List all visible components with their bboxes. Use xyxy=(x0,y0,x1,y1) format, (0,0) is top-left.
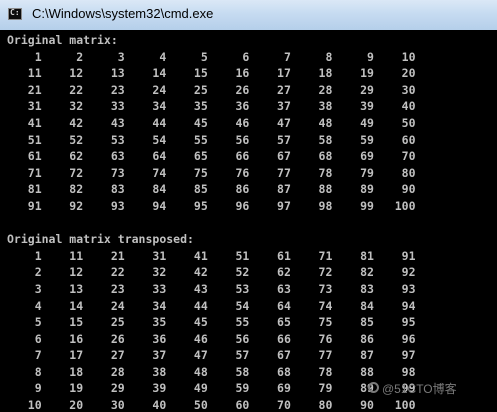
console-line: 51 52 53 54 55 56 57 58 59 60 xyxy=(7,132,416,147)
console-line: 2 12 22 32 42 52 62 72 82 92 xyxy=(7,265,416,280)
console-line: 21 22 23 24 25 26 27 28 29 30 xyxy=(7,82,416,97)
console-line: 3 13 23 33 43 53 63 73 83 93 xyxy=(7,281,416,296)
prompt-glyph: C: xyxy=(10,8,20,17)
console-line: Original matrix transposed: xyxy=(7,232,194,247)
console-text: Original matrix: 1 2 3 4 5 6 7 8 9 10 11… xyxy=(7,32,416,412)
window-titlebar[interactable]: C: C:\Windows\system32\cmd.exe xyxy=(0,0,497,30)
console-line: 5 15 25 35 45 55 65 75 85 95 xyxy=(7,315,416,330)
console-line: 9 19 29 39 49 59 69 79 89 99 xyxy=(7,381,416,396)
console-line: 81 82 83 84 85 86 87 88 89 90 xyxy=(7,182,416,197)
watermark-text: @51CTO博客 xyxy=(382,382,457,396)
console-line: Original matrix: xyxy=(7,33,118,47)
console-output-area[interactable]: Original matrix: 1 2 3 4 5 6 7 8 9 10 11… xyxy=(0,30,497,412)
window-title: C:\Windows\system32\cmd.exe xyxy=(32,6,214,21)
console-line: 91 92 93 94 95 96 97 98 99 100 xyxy=(7,198,416,213)
cmd-prompt-icon[interactable]: C: xyxy=(8,8,22,20)
console-line: 6 16 26 36 46 56 66 76 86 96 xyxy=(7,331,416,346)
console-line: 41 42 43 44 45 46 47 48 49 50 xyxy=(7,115,416,130)
console-line: 8 18 28 38 48 58 68 78 88 98 xyxy=(7,364,416,379)
console-line: 1 11 21 31 41 51 61 71 81 91 xyxy=(7,248,416,263)
console-line: 61 62 63 64 65 66 67 68 69 70 xyxy=(7,149,416,164)
console-line: 31 32 33 34 35 36 37 38 39 40 xyxy=(7,99,416,114)
console-line: 7 17 27 37 47 57 67 77 87 97 xyxy=(7,348,416,363)
console-line: 11 12 13 14 15 16 17 18 19 20 xyxy=(7,66,416,81)
console-line: 4 14 24 34 44 54 64 74 84 94 xyxy=(7,298,416,313)
console-line: 1 2 3 4 5 6 7 8 9 10 xyxy=(7,49,416,64)
cmd-window: C: C:\Windows\system32\cmd.exe Original … xyxy=(0,0,497,412)
console-line: 71 72 73 74 75 76 77 78 79 80 xyxy=(7,165,416,180)
watermark-logo-icon xyxy=(368,382,379,393)
console-line: 10 20 30 40 50 60 70 80 90 100 xyxy=(7,398,416,412)
